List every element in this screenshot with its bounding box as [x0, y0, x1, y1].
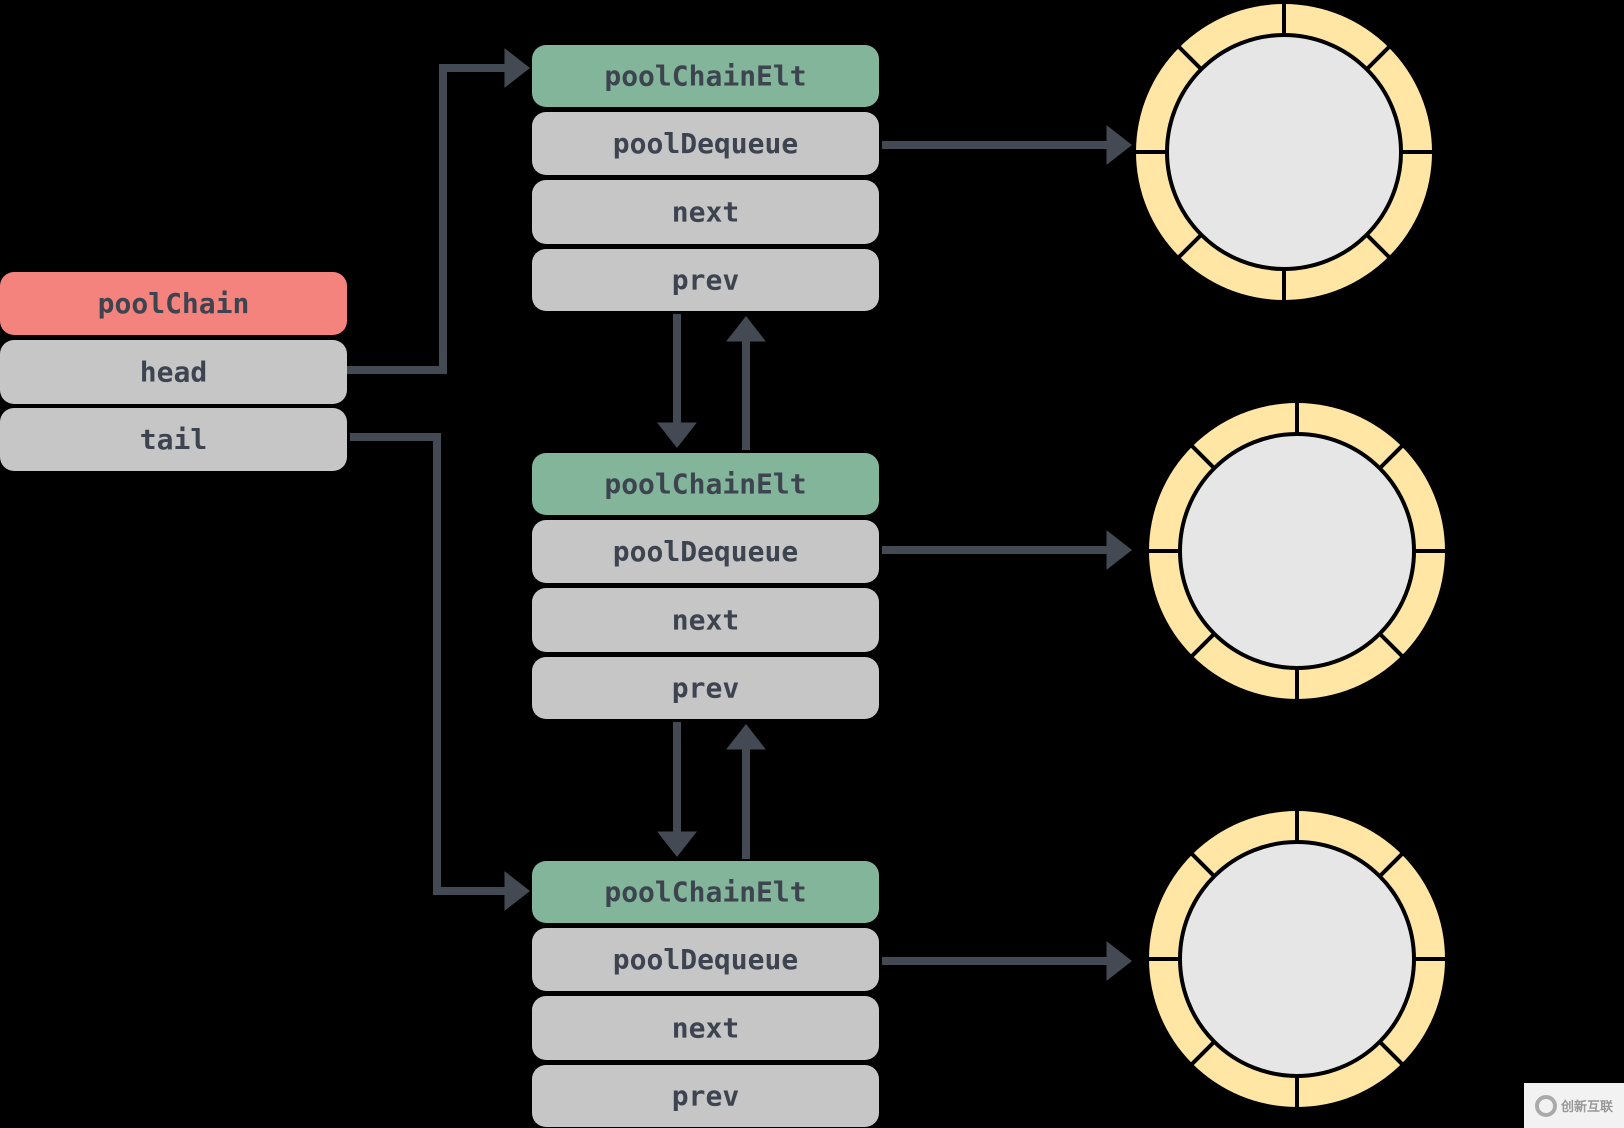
pool-chain-elt-1-prev-field-label: prev: [672, 264, 739, 297]
pool-chain-elt-2-next-field: next: [532, 588, 879, 652]
watermark-logo-icon: [1534, 1094, 1557, 1117]
pool-chain-header: poolChain: [0, 272, 347, 335]
pool-chain-tail-field: tail: [0, 408, 347, 471]
pool-chain-head-field-label: head: [140, 356, 207, 389]
watermark: 创新互联: [1524, 1083, 1624, 1128]
ring-center: [1165, 33, 1403, 271]
pool-dequeue-ring-1: [1134, 2, 1434, 302]
pool-chain-elt-3-pooldequeue-field: poolDequeue: [532, 928, 879, 991]
pool-chain-elt-1-header: poolChainElt: [532, 45, 879, 107]
pool-chain-elt-2-pooldequeue-field-label: poolDequeue: [613, 535, 798, 568]
pool-chain-elt-2-header: poolChainElt: [532, 453, 879, 515]
pool-chain-header-label: poolChain: [98, 287, 250, 320]
pool-chain-elt-2-next-field-label: next: [672, 604, 739, 637]
ring-center: [1178, 432, 1416, 670]
pool-chain-head-field: head: [0, 340, 347, 404]
pool-dequeue-ring-3: [1147, 809, 1447, 1109]
pool-chain-elt-1-header-label: poolChainElt: [604, 60, 806, 93]
pool-chain-elt-2-pooldequeue-field: poolDequeue: [532, 520, 879, 583]
pool-chain-elt-3-next-field: next: [532, 996, 879, 1060]
diagram: poolChain head tail poolChainElt poolDequeue…: [0, 0, 1624, 1128]
pool-chain-elt-3-pooldequeue-field-label: poolDequeue: [613, 943, 798, 976]
pool-chain-elt-3-header-label: poolChainElt: [604, 876, 806, 909]
pool-chain-elt-1-prev-field: prev: [532, 249, 879, 311]
head-arrow: [347, 48, 530, 374]
pool-chain-elt-3-next-field-label: next: [672, 1012, 739, 1045]
ring-center: [1178, 840, 1416, 1078]
pool-chain-elt-1-next-field-label: next: [672, 196, 739, 229]
tail-arrow: [350, 433, 530, 911]
pool-chain-elt-1-pooldequeue-field: poolDequeue: [532, 112, 879, 175]
pool-chain-elt-1-next-field: next: [532, 180, 879, 244]
diagram-canvas: poolChain head tail poolChainElt poolDequeue…: [0, 2, 1447, 1127]
pool-chain-elt-1-pooldequeue-field-label: poolDequeue: [613, 127, 798, 160]
pool-chain-elt-2-prev-field: prev: [532, 657, 879, 719]
pool-chain-elt-3-header: poolChainElt: [532, 861, 879, 923]
pool-chain-elt-2-header-label: poolChainElt: [604, 468, 806, 501]
pool-chain-elt-2-prev-field-label: prev: [672, 672, 739, 705]
pool-chain-elt-3-prev-field: prev: [532, 1065, 879, 1127]
pool-chain-elt-3-prev-field-label: prev: [672, 1080, 739, 1113]
pool-dequeue-ring-2: [1147, 401, 1447, 701]
pool-chain-tail-field-label: tail: [140, 423, 207, 456]
watermark-text: 创新互联: [1560, 1100, 1613, 1115]
